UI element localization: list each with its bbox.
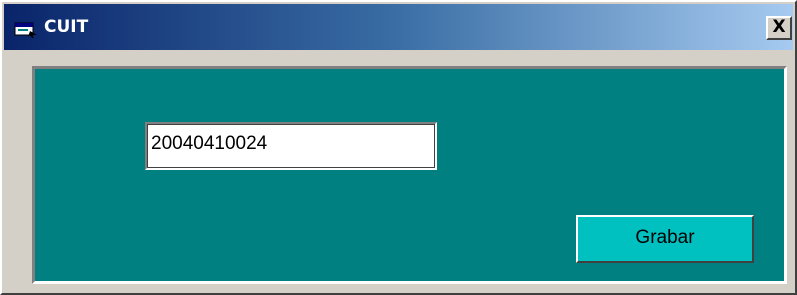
cuit-input[interactable]: 20040410024 — [145, 122, 437, 170]
form-client-area: 20040410024 Grabar — [32, 66, 787, 284]
close-button[interactable]: X — [766, 16, 792, 40]
title-bar[interactable]: CUIT X — [4, 4, 793, 50]
save-button[interactable]: Grabar — [576, 215, 754, 263]
window-title: CUIT — [44, 17, 89, 37]
form-window-icon — [14, 21, 38, 38]
cuit-window: CUIT X 20040410024 Grabar — [0, 0, 797, 295]
